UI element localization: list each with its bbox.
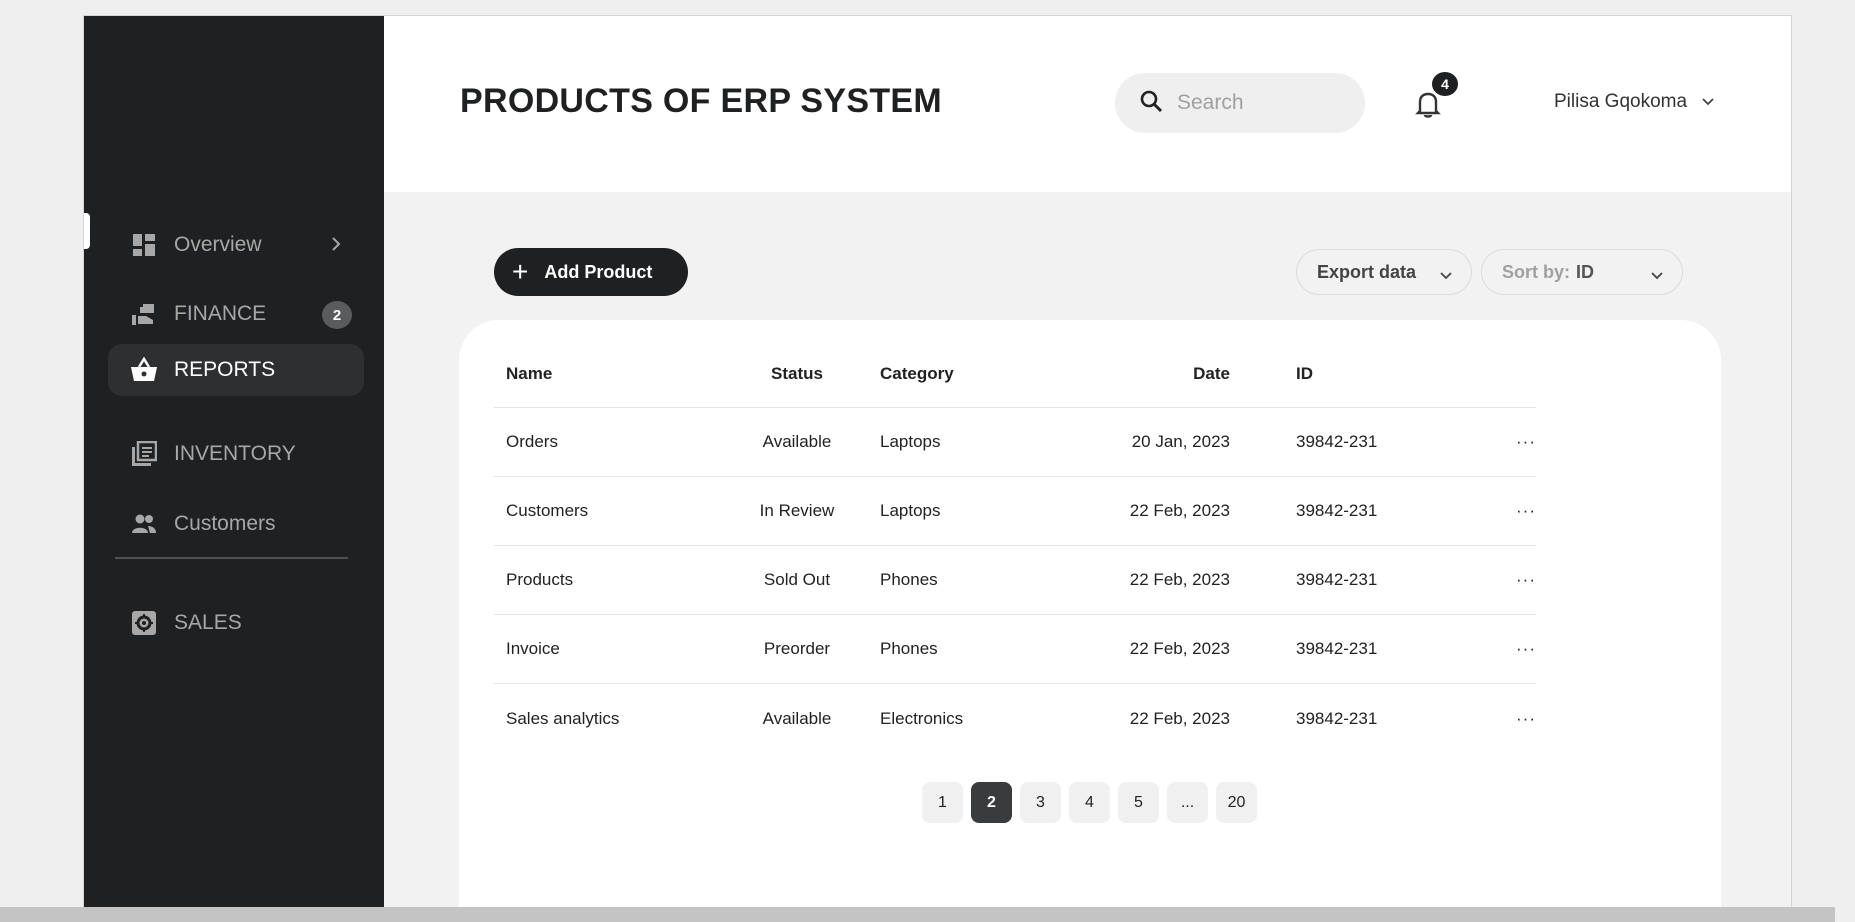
more-actions-icon[interactable]: ··· [1390, 501, 1536, 521]
sidebar-item-inventory[interactable]: INVENTORY [108, 428, 364, 480]
dashboard-icon [130, 231, 158, 259]
library-icon [130, 440, 158, 468]
column-header-status[interactable]: Status [754, 364, 840, 384]
search-input[interactable] [1177, 91, 1347, 115]
export-label: Export data [1317, 261, 1417, 282]
more-actions-icon[interactable]: ··· [1390, 709, 1536, 729]
export-data-dropdown[interactable]: Export data [1296, 249, 1472, 295]
page-button[interactable]: 5 [1118, 782, 1159, 823]
cell-id: 39842-231 [1296, 708, 1378, 728]
cell-status: In Review [759, 501, 835, 520]
page-button[interactable]: 20 [1216, 782, 1257, 823]
cell-category: Laptops [880, 501, 941, 520]
sidebar-item-label: FINANCE [174, 302, 267, 325]
finance-icon [130, 300, 158, 328]
search-box[interactable] [1115, 73, 1365, 133]
cell-status: Available [762, 708, 832, 728]
cell-category: Laptops [880, 432, 941, 451]
products-table: Name Status Category Date ID Orders Avai… [494, 340, 1536, 753]
user-menu[interactable]: Pilisa Gqokoma [1554, 91, 1715, 113]
add-product-label: Add Product [544, 261, 653, 282]
cell-date: 20 Jan, 2023 [1131, 432, 1230, 451]
gear-box-icon [130, 609, 158, 637]
more-actions-icon[interactable]: ··· [1390, 432, 1536, 452]
column-header-date[interactable]: Date [1040, 364, 1230, 384]
chevron-right-icon [330, 235, 342, 259]
sidebar-item-overview[interactable]: Overview [108, 219, 364, 271]
sidebar-divider [115, 557, 348, 559]
sidebar-item-label: INVENTORY [174, 442, 296, 465]
cell-date: 22 Feb, 2023 [1129, 639, 1230, 658]
sort-value: ID [1576, 261, 1595, 282]
notification-badge: 4 [1430, 70, 1460, 98]
chevron-down-icon [1439, 265, 1453, 286]
plus-icon: + [512, 256, 529, 287]
cell-id: 39842-231 [1296, 501, 1378, 520]
page-button-current[interactable]: 2 [971, 782, 1012, 823]
sidebar-item-reports[interactable]: REPORTS [108, 344, 364, 396]
sidebar-item-label: REPORTS [174, 358, 276, 381]
sidebar-item-label: SALES [174, 611, 242, 634]
horizontal-scrollbar[interactable] [0, 907, 1835, 922]
sidebar-item-sales[interactable]: SALES [108, 597, 364, 649]
more-actions-icon[interactable]: ··· [1390, 639, 1536, 659]
cell-status: Sold Out [763, 570, 831, 589]
sidebar: Overview FINANCE 2 REPORTS INVENTORY Cus… [84, 16, 384, 907]
page-button[interactable]: 3 [1020, 782, 1061, 823]
cell-date: 22 Feb, 2023 [1129, 708, 1230, 728]
sidebar-item-finance[interactable]: FINANCE 2 [108, 288, 364, 340]
cell-category: Phones [880, 639, 938, 658]
active-indicator [84, 213, 90, 249]
page-title: PRODUCTS OF ERP SYSTEM [460, 82, 943, 120]
pagination: 1 2 3 4 5 ... 20 [922, 782, 1265, 823]
cell-status: Available [762, 432, 832, 451]
column-header-name[interactable]: Name [494, 364, 754, 384]
people-icon [130, 510, 158, 538]
sidebar-item-customers[interactable]: Customers [108, 498, 364, 550]
cell-id: 39842-231 [1296, 432, 1378, 451]
user-name: Pilisa Gqokoma [1554, 91, 1688, 112]
sidebar-item-label: Customers [174, 512, 276, 535]
table-row[interactable]: Customers In Review Laptops 22 Feb, 2023… [494, 477, 1536, 546]
cell-status: Preorder [763, 639, 831, 658]
cell-name: Orders [506, 432, 558, 451]
sort-prefix: Sort by: [1502, 261, 1571, 282]
basket-icon [130, 356, 158, 384]
cell-category: Phones [880, 570, 938, 589]
cell-date: 22 Feb, 2023 [1129, 570, 1230, 589]
cell-category: Electronics [880, 708, 964, 728]
cell-id: 39842-231 [1296, 570, 1378, 589]
page-ellipsis: ... [1167, 782, 1208, 823]
cell-id: 39842-231 [1296, 639, 1378, 658]
finance-badge: 2 [322, 301, 352, 329]
cell-name: Products [506, 570, 574, 589]
table-row[interactable]: Invoice Preorder Phones 22 Feb, 2023 398… [494, 615, 1536, 684]
column-header-category[interactable]: Category [840, 364, 1040, 384]
sidebar-item-label: Overview [174, 233, 262, 256]
cell-name: Invoice [506, 639, 560, 658]
more-actions-icon[interactable]: ··· [1390, 570, 1536, 590]
column-header-id[interactable]: ID [1230, 364, 1390, 384]
table-header-row: Name Status Category Date ID [494, 340, 1536, 408]
add-product-button[interactable]: + Add Product [494, 248, 688, 296]
cell-name: Sales analytics [506, 708, 620, 728]
sort-dropdown[interactable]: Sort by: ID [1481, 249, 1683, 295]
table-row[interactable]: Sales analytics Available Electronics 22… [494, 684, 1536, 753]
top-bar: PRODUCTS OF ERP SYSTEM 4 Pilisa Gqokoma [384, 16, 1791, 192]
search-icon [1139, 89, 1163, 118]
cell-date: 22 Feb, 2023 [1129, 501, 1230, 520]
table-row[interactable]: Products Sold Out Phones 22 Feb, 2023 39… [494, 546, 1536, 615]
page-button[interactable]: 4 [1069, 782, 1110, 823]
cell-name: Customers [506, 501, 589, 520]
table-row[interactable]: Orders Available Laptops 20 Jan, 2023 39… [494, 408, 1536, 477]
chevron-down-icon [1650, 265, 1664, 286]
page-button[interactable]: 1 [922, 782, 963, 823]
chevron-down-icon [1701, 91, 1715, 113]
